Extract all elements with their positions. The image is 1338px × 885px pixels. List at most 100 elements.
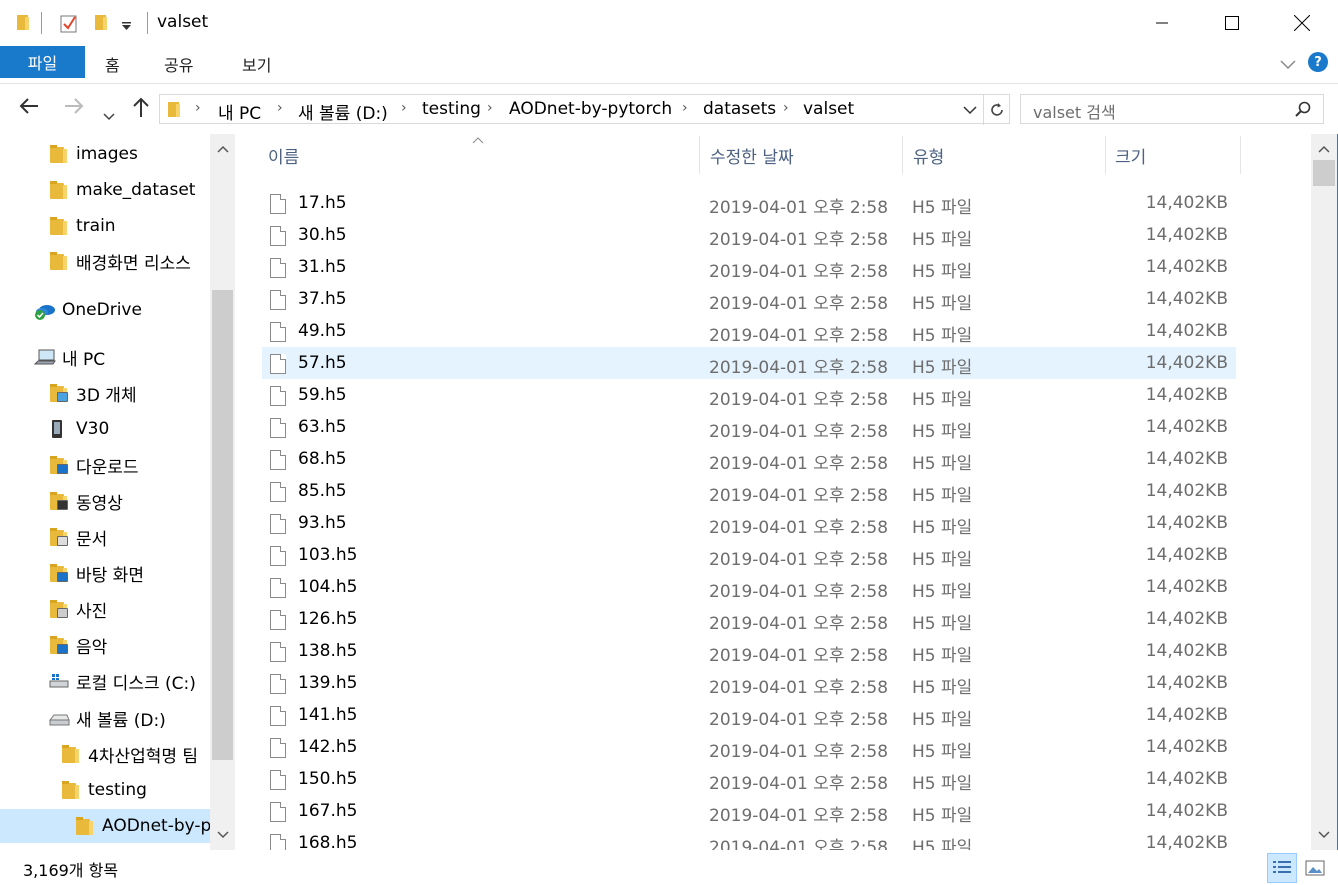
recent-locations-icon[interactable] bbox=[103, 102, 115, 127]
column-divider[interactable] bbox=[699, 136, 700, 174]
file-row[interactable]: 138.h5 2019-04-01 오후 2:58 H5 파일 14,402KB bbox=[262, 635, 1236, 667]
sidebar-item[interactable]: train bbox=[48, 209, 210, 243]
column-divider[interactable] bbox=[1105, 136, 1106, 174]
column-header-size[interactable]: 크기 bbox=[1115, 134, 1146, 176]
column-header-date[interactable]: 수정한 날짜 bbox=[710, 134, 794, 176]
tab-file[interactable]: 파일 bbox=[0, 46, 85, 78]
sidebar-item[interactable]: 음악 bbox=[48, 628, 210, 662]
sidebar-item[interactable]: 사진 bbox=[48, 592, 210, 626]
file-name: 138.h5 bbox=[298, 641, 358, 661]
chevron-right-icon[interactable]: › bbox=[487, 100, 493, 116]
file-row[interactable]: 93.h5 2019-04-01 오후 2:58 H5 파일 14,402KB bbox=[262, 507, 1236, 539]
file-row[interactable]: 31.h5 2019-04-01 오후 2:58 H5 파일 14,402KB bbox=[262, 251, 1236, 283]
file-type: H5 파일 bbox=[912, 550, 973, 570]
file-row[interactable]: 57.h5 2019-04-01 오후 2:58 H5 파일 14,402KB bbox=[262, 347, 1236, 379]
sidebar-item[interactable]: 4차산업혁명 팀 bbox=[60, 737, 210, 771]
sidebar-item[interactable]: 로컬 디스크 (C:) bbox=[48, 664, 210, 698]
breadcrumb-valset[interactable]: valset bbox=[803, 99, 854, 119]
breadcrumb-volume-d[interactable]: 새 볼륨 (D:) bbox=[298, 99, 388, 124]
file-size: 14,402KB bbox=[1145, 609, 1228, 629]
chevron-right-icon[interactable]: › bbox=[195, 100, 201, 116]
sidebar-item[interactable]: OneDrive bbox=[34, 293, 210, 327]
chevron-right-icon[interactable]: › bbox=[401, 100, 407, 116]
sidebar-item[interactable]: testing bbox=[60, 773, 210, 807]
sidebar-item[interactable]: 바탕 화면 bbox=[48, 556, 210, 590]
file-row[interactable]: 59.h5 2019-04-01 오후 2:58 H5 파일 14,402KB bbox=[262, 379, 1236, 411]
tab-home[interactable]: 홈 bbox=[105, 52, 120, 76]
file-row[interactable]: 139.h5 2019-04-01 오후 2:58 H5 파일 14,402KB bbox=[262, 667, 1236, 699]
file-row[interactable]: 37.h5 2019-04-01 오후 2:58 H5 파일 14,402KB bbox=[262, 283, 1236, 315]
column-header-name[interactable]: 이름 bbox=[268, 134, 299, 176]
file-row[interactable]: 63.h5 2019-04-01 오후 2:58 H5 파일 14,402KB bbox=[262, 411, 1236, 443]
sidebar-item[interactable]: 3D 개체 bbox=[48, 376, 210, 410]
chevron-right-icon[interactable]: › bbox=[277, 100, 283, 116]
tab-share[interactable]: 공유 bbox=[164, 52, 193, 76]
file-row[interactable]: 150.h5 2019-04-01 오후 2:58 H5 파일 14,402KB bbox=[262, 763, 1236, 795]
chevron-right-icon[interactable]: › bbox=[682, 100, 688, 116]
new-folder-icon[interactable] bbox=[94, 13, 108, 35]
breadcrumb-datasets[interactable]: datasets bbox=[703, 99, 776, 119]
pc-icon bbox=[34, 347, 56, 367]
sidebar-item[interactable]: 다운로드 bbox=[48, 448, 210, 482]
file-row[interactable]: 17.h5 2019-04-01 오후 2:58 H5 파일 14,402KB bbox=[262, 187, 1236, 219]
nav-pane-scroll-thumb[interactable] bbox=[212, 290, 233, 760]
breadcrumb-aodnet[interactable]: AODnet-by-pytorch bbox=[509, 99, 672, 119]
column-header-type[interactable]: 유형 bbox=[913, 134, 944, 176]
scroll-down-icon[interactable] bbox=[210, 828, 235, 842]
scroll-up-icon[interactable] bbox=[210, 142, 235, 156]
properties-icon[interactable] bbox=[60, 13, 78, 37]
file-row[interactable]: 68.h5 2019-04-01 오후 2:58 H5 파일 14,402KB bbox=[262, 443, 1236, 475]
file-row[interactable]: 126.h5 2019-04-01 오후 2:58 H5 파일 14,402KB bbox=[262, 603, 1236, 635]
maximize-button[interactable] bbox=[1197, 0, 1267, 46]
minimize-button[interactable] bbox=[1127, 0, 1197, 46]
chevron-right-icon[interactable]: › bbox=[783, 100, 789, 116]
file-icon bbox=[270, 610, 286, 630]
sidebar-item[interactable]: 새 볼륨 (D:) bbox=[48, 701, 210, 735]
help-icon[interactable]: ? bbox=[1308, 52, 1328, 72]
file-row[interactable]: 141.h5 2019-04-01 오후 2:58 H5 파일 14,402KB bbox=[262, 699, 1236, 731]
file-row[interactable]: 30.h5 2019-04-01 오후 2:58 H5 파일 14,402KB bbox=[262, 219, 1236, 251]
file-list-scrollbar[interactable] bbox=[1311, 134, 1337, 850]
desktop-icon bbox=[48, 563, 70, 583]
scroll-up-icon[interactable] bbox=[1311, 142, 1337, 156]
file-row[interactable]: 103.h5 2019-04-01 오후 2:58 H5 파일 14,402KB bbox=[262, 539, 1236, 571]
sidebar-item[interactable]: 내 PC bbox=[34, 340, 210, 374]
scroll-down-icon[interactable] bbox=[1311, 828, 1337, 842]
column-divider[interactable] bbox=[1240, 136, 1241, 174]
back-icon[interactable] bbox=[18, 96, 40, 122]
file-row[interactable]: 49.h5 2019-04-01 오후 2:58 H5 파일 14,402KB bbox=[262, 315, 1236, 347]
address-bar[interactable]: › 내 PC › 새 볼륨 (D:) › testing › AODnet-by… bbox=[159, 94, 1010, 125]
up-icon[interactable] bbox=[131, 96, 151, 124]
nav-pane-scrollbar[interactable] bbox=[210, 134, 235, 850]
large-icons-view-button[interactable] bbox=[1300, 853, 1330, 883]
search-icon[interactable] bbox=[1295, 101, 1311, 121]
file-row[interactable]: 104.h5 2019-04-01 오후 2:58 H5 파일 14,402KB bbox=[262, 571, 1236, 603]
column-divider[interactable] bbox=[902, 136, 903, 174]
expand-ribbon-icon[interactable] bbox=[1280, 55, 1296, 74]
sidebar-item[interactable]: 동영상 bbox=[48, 484, 210, 518]
tab-view[interactable]: 보기 bbox=[242, 52, 271, 76]
sidebar-item[interactable]: V30 bbox=[48, 412, 210, 446]
file-row[interactable]: 142.h5 2019-04-01 오후 2:58 H5 파일 14,402KB bbox=[262, 731, 1236, 763]
sidebar-item[interactable]: AODnet-by-p bbox=[0, 809, 210, 843]
sidebar-item[interactable]: 배경화면 리소스 bbox=[48, 244, 210, 278]
file-row[interactable]: 85.h5 2019-04-01 오후 2:58 H5 파일 14,402KB bbox=[262, 475, 1236, 507]
address-history-dropdown-icon[interactable] bbox=[963, 103, 977, 119]
file-row[interactable]: 168.h5 2019-04-01 오후 2:58 H5 파일 14,402KB bbox=[262, 827, 1236, 850]
sidebar-item-label: 배경화면 리소스 bbox=[76, 253, 191, 274]
customize-qa-dropdown-icon[interactable] bbox=[121, 16, 133, 35]
file-row[interactable]: 167.h5 2019-04-01 오후 2:58 H5 파일 14,402KB bbox=[262, 795, 1236, 827]
breadcrumb-this-pc[interactable]: 내 PC bbox=[218, 99, 261, 124]
breadcrumb-testing[interactable]: testing bbox=[422, 99, 481, 119]
forward-icon[interactable] bbox=[63, 96, 85, 122]
sidebar-item[interactable]: images bbox=[48, 137, 210, 171]
file-size: 14,402KB bbox=[1145, 449, 1228, 469]
search-input[interactable]: valset 검색 bbox=[1020, 94, 1324, 124]
details-view-button[interactable] bbox=[1267, 853, 1297, 883]
refresh-button[interactable] bbox=[983, 95, 1009, 125]
sidebar-item[interactable]: 문서 bbox=[48, 520, 210, 554]
close-button[interactable] bbox=[1267, 0, 1337, 46]
file-list-scroll-thumb[interactable] bbox=[1313, 160, 1335, 186]
sidebar-item[interactable]: make_dataset bbox=[48, 173, 210, 207]
file-size: 14,402KB bbox=[1145, 641, 1228, 661]
